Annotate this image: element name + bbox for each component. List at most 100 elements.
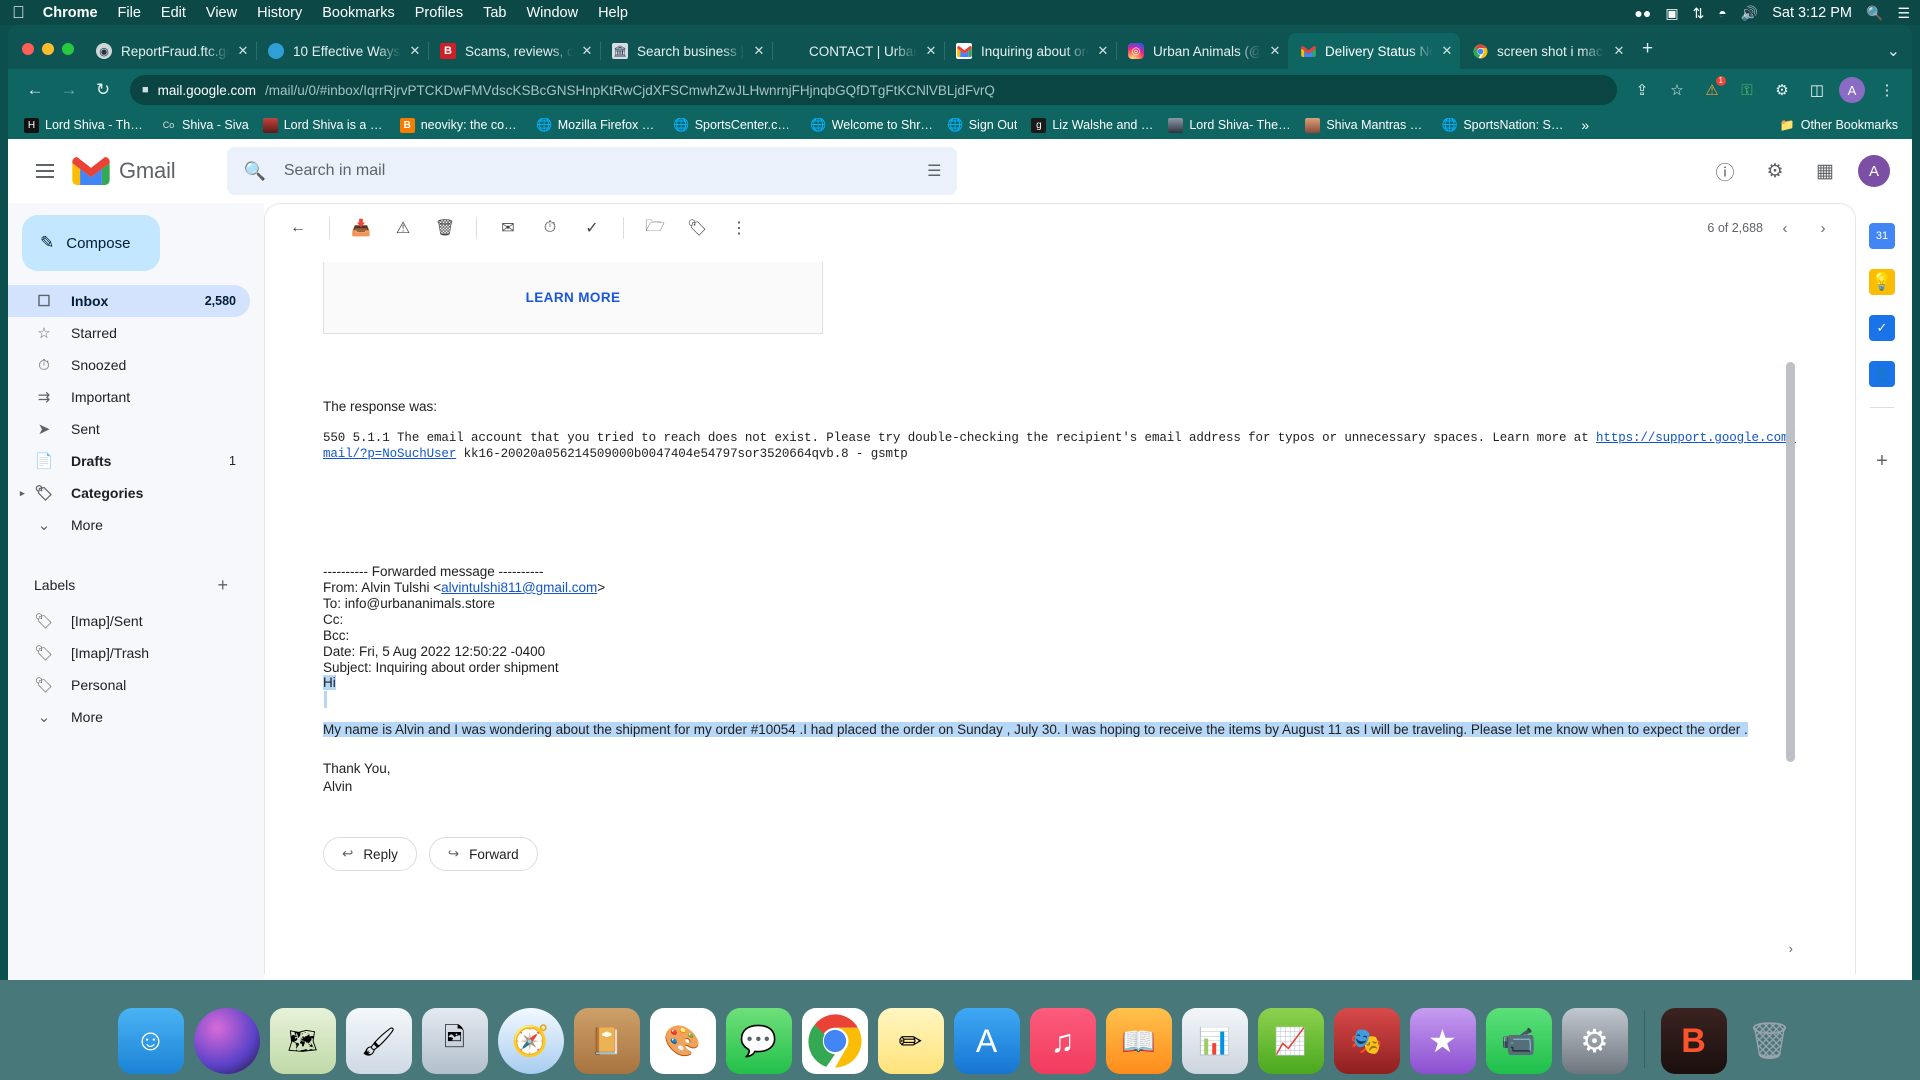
move-to-icon[interactable]: 🗁 [636,209,674,247]
sidebar-item-starred[interactable]: ☆ Starred [8,317,250,349]
menu-item-profiles[interactable]: Profiles [415,5,463,21]
sidebar-item-inbox[interactable]: ☐ Inbox 2,580 [8,285,250,317]
chrome-menu-icon[interactable]: ⋮ [1874,77,1900,103]
sidebar-item-snoozed[interactable]: ⏱ Snoozed [8,349,250,381]
bookmark-item[interactable]: Lord Shiva is a ver... [257,115,392,136]
display-icon[interactable]: ▣ [1665,6,1678,20]
menu-item-history[interactable]: History [257,5,302,21]
app-store-icon[interactable]: A [953,1008,1020,1074]
share-icon[interactable]: ⇪ [1629,77,1655,103]
sidebar-label-imap-trash[interactable]: 🏷 [Imap]/Trash [8,637,250,669]
menu-item-help[interactable]: Help [598,5,628,21]
menu-item-bookmarks[interactable]: Bookmarks [322,5,395,21]
star-app-icon[interactable]: ★ [1409,1008,1476,1074]
notes-icon[interactable]: ✏ [877,1008,944,1074]
google-apps-icon[interactable]: ▦ [1808,154,1842,188]
tab-search-icon[interactable]: ⌄ [1887,41,1900,61]
close-tab-button[interactable]: ✕ [1268,43,1282,59]
close-tab-button[interactable]: ✕ [1612,43,1626,59]
browser-tab[interactable]: screen shot i mac - G ✕ [1460,33,1632,69]
sidebar-item-important[interactable]: ⇉ Important [8,381,250,413]
sidebar-label-imap-sent[interactable]: 🏷 [Imap]/Sent [8,605,250,637]
close-tab-button[interactable]: ✕ [752,43,766,59]
close-tab-button[interactable]: ✕ [408,43,422,59]
chrome-icon[interactable] [801,1008,868,1074]
trash-icon[interactable]: 🗑 [1737,1008,1803,1074]
brave-icon[interactable]: B [1660,1008,1727,1074]
browser-tab[interactable]: Inquiring about order s ✕ [944,33,1117,69]
sidebar-labels-more[interactable]: ⌄ More [8,701,250,733]
bookmark-item[interactable]: 🌐 SportsCenter.com... [668,115,803,136]
browser-tab[interactable]: ◉ ReportFraud.ftc.gov - ✕ [84,33,257,69]
mark-unread-icon[interactable]: ✉ [489,209,527,247]
snooze-icon[interactable]: ⏱ [531,209,569,247]
messages-icon[interactable]: 💬 [725,1008,792,1074]
bookmark-item[interactable]: 🌐 Sign Out [942,115,1024,136]
report-spam-icon[interactable]: ⚠ [384,209,422,247]
menu-item-file[interactable]: File [118,5,141,21]
shield-warning-icon[interactable]: ⚠ 1 [1699,76,1726,103]
other-bookmarks-button[interactable]: 📁 Other Bookmarks [1780,118,1902,132]
menu-item-edit[interactable]: Edit [161,5,186,21]
bookmark-item[interactable]: 🌐 Mozilla Firefox Sta... [531,115,666,136]
bookmark-star-icon[interactable]: ☆ [1664,77,1690,103]
address-bar[interactable]: ■ mail.google.com/mail/u/0/#inbox/IqrrRj… [130,75,1617,105]
next-arrow-icon[interactable]: › [1807,212,1839,244]
browser-tab[interactable]: 🏛 Search business | File ✕ [600,33,773,69]
books-icon[interactable]: 📖 [1105,1008,1172,1074]
reload-button[interactable]: ↻ [88,75,118,105]
support-link-part1[interactable]: https://support.google.com/ [1596,431,1796,445]
sidebar-icon[interactable]: ◫ [1804,77,1830,103]
tasks-icon[interactable]: ✓ [1869,315,1895,341]
spotlight-search-icon[interactable]: 🔍 [1866,6,1883,20]
close-tab-button[interactable]: ✕ [1096,43,1110,59]
new-tab-button[interactable]: + [1642,38,1653,60]
search-options-icon[interactable]: ☰ [927,161,941,181]
profile-avatar-icon[interactable]: A [1839,77,1865,103]
facetime-icon[interactable]: 📹 [1485,1008,1552,1074]
learn-more-link[interactable]: LEARN MORE [526,290,621,305]
browser-tab[interactable]: 10 Effective Ways to F ✕ [256,33,429,69]
calendar-icon[interactable]: 31 [1869,223,1895,249]
gmail-logo[interactable]: Gmail [72,157,176,185]
extensions-icon[interactable]: ⚙ [1769,77,1795,103]
contacts-icon[interactable]: 👤 [1869,361,1895,387]
plus-icon[interactable]: + [217,575,228,596]
bluetooth-icon[interactable]: ⇅ [1693,6,1705,20]
safari-icon[interactable]: 🧭 [497,1008,564,1074]
system-settings-icon[interactable]: ⚙ [1561,1008,1628,1074]
numbers-icon[interactable]: 📈 [1257,1008,1324,1074]
forward-button[interactable]: → [54,75,84,105]
archive-icon[interactable]: 📥 [342,209,380,247]
labels-icon[interactable]: 🏷 [678,209,716,247]
bookmark-item[interactable]: Co Shiva - Siva [155,115,255,136]
sidebar-item-more[interactable]: ⌄ More [8,509,250,541]
delete-icon[interactable]: 🗑 [426,209,464,247]
browser-tab[interactable]: CONTACT | Urban Ani ✕ [772,33,945,69]
add-apps-icon[interactable]: + [1876,450,1888,473]
bookmark-item[interactable]: H Lord Shiva - The... [18,115,153,136]
keynote-icon[interactable]: 📊 [1181,1008,1248,1074]
page-info-icon[interactable]: ■ [142,84,149,96]
bookmarks-overflow-button[interactable]: » [1573,117,1597,133]
browser-tab[interactable]: ◎ Urban Animals (@urba ✕ [1116,33,1289,69]
menu-item-chrome[interactable]: Chrome [43,5,98,21]
sidebar-item-categories[interactable]: ▸ 🏷 Categories [8,477,250,509]
menu-bar-clock[interactable]: Sat 3:12 PM [1772,5,1852,21]
bookmark-item[interactable]: Shiva Mantras Lyri... [1299,115,1434,136]
expand-arrow-icon[interactable]: › [1789,941,1793,956]
search-bar[interactable]: 🔍 Search in mail ☰ [227,147,958,195]
minimize-window-button[interactable] [42,43,54,55]
bookmark-item[interactable]: 🌐 Welcome to Shri S... [805,115,940,136]
reply-button[interactable]: ↩ Reply [323,837,417,872]
browser-tab-active[interactable]: Delivery Status Notific ✕ [1288,33,1460,69]
close-tab-button[interactable]: ✕ [580,43,594,59]
settings-gear-icon[interactable]: ⚙ [1758,154,1792,188]
bookmark-item[interactable]: Lord Shiva- The c... [1162,115,1297,136]
finder-icon[interactable]: ☺ [117,1008,184,1074]
back-arrow-icon[interactable]: ← [279,209,317,247]
maximize-window-button[interactable] [62,43,74,55]
support-link-part2[interactable]: mail/?p=NoSuchUser [323,447,456,461]
from-email-link[interactable]: alvintulshi811@gmail.com [441,580,597,595]
more-options-icon[interactable]: ⋮ [720,209,758,247]
